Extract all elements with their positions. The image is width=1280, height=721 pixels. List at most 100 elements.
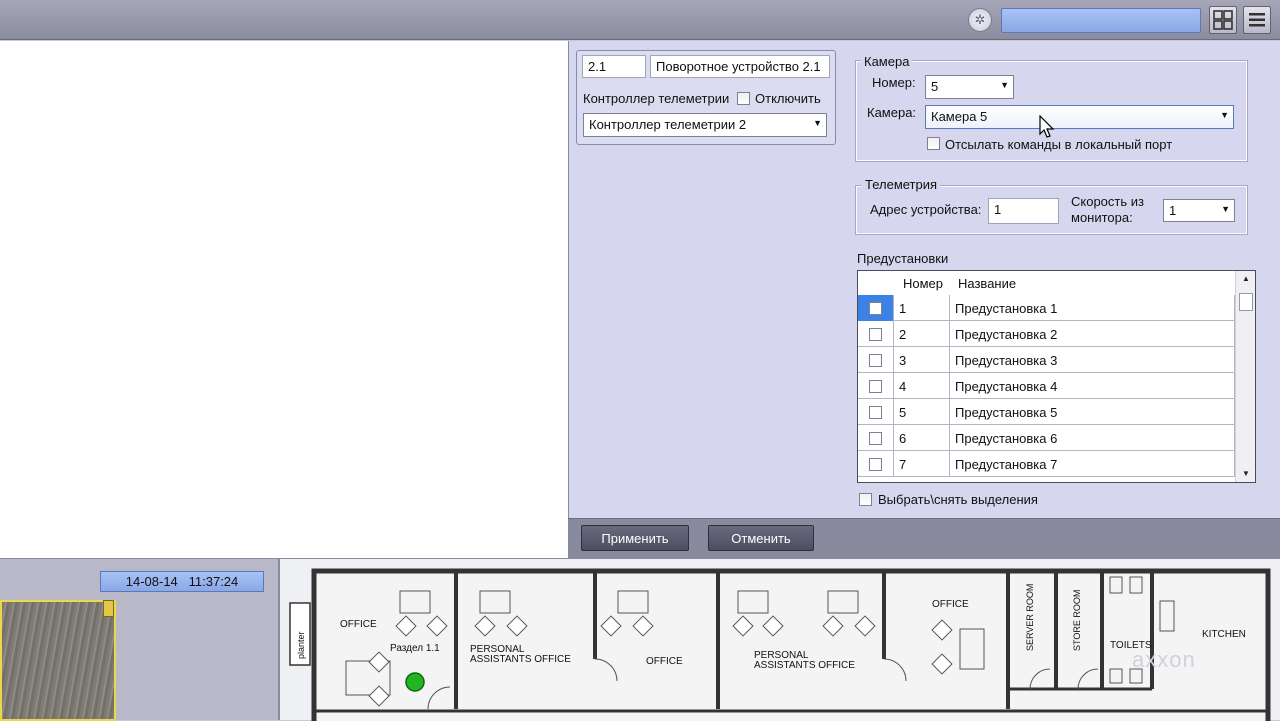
table-row[interactable]: 2 Предустановка 2 — [858, 321, 1235, 347]
chevron-down-icon: ▼ — [1221, 204, 1230, 214]
row-checkbox-cell[interactable] — [858, 347, 894, 373]
monitor-speed-select[interactable]: 1 ▼ — [1163, 199, 1235, 222]
camera-thumbnail[interactable] — [0, 600, 116, 721]
camera-strip: 14-08-14 11:37:24 — [0, 558, 278, 721]
table-row[interactable]: 5 Предустановка 5 — [858, 399, 1235, 425]
camera-marker-icon[interactable] — [103, 600, 114, 617]
column-name-header[interactable]: Название — [958, 276, 1016, 291]
row-checkbox-cell[interactable] — [858, 451, 894, 477]
table-row[interactable]: 1 Предустановка 1 — [858, 295, 1235, 321]
cancel-button[interactable]: Отменить — [708, 525, 814, 551]
monitor-speed-label-1: Скорость из — [1071, 194, 1144, 209]
telemetry-controller-value: Контроллер телеметрии 2 — [589, 117, 747, 132]
row-number: 3 — [894, 347, 950, 373]
layout-grid-icon[interactable] — [1209, 6, 1237, 34]
device-name-field[interactable]: Поворотное устройство 2.1 — [650, 55, 830, 78]
room-label: OFFICE — [646, 656, 683, 667]
row-checkbox[interactable] — [869, 353, 882, 367]
row-number: 7 — [894, 451, 950, 477]
apply-button[interactable]: Применить — [581, 525, 689, 551]
camera-value: Камера 5 — [931, 109, 988, 124]
zone-marker-icon[interactable] — [405, 672, 425, 692]
row-name: Предустановка 4 — [950, 373, 1235, 399]
select-all-label: Выбрать\снять выделения — [878, 492, 1038, 507]
room-label: KITCHEN — [1202, 629, 1246, 640]
row-checkbox-cell[interactable] — [858, 295, 894, 321]
row-checkbox-cell[interactable] — [858, 425, 894, 451]
row-checkbox[interactable] — [869, 405, 882, 419]
monitor-speed-label-2: монитора: — [1071, 210, 1133, 225]
row-checkbox[interactable] — [869, 431, 882, 445]
device-address-input[interactable]: 1 — [988, 198, 1059, 224]
watermark-logo: axxon — [1132, 647, 1196, 672]
camera-number-label: Номер: — [872, 75, 916, 90]
row-number: 6 — [894, 425, 950, 451]
table-row[interactable]: 6 Предустановка 6 — [858, 425, 1235, 451]
room-label: SERVER ROOM — [1025, 583, 1035, 651]
row-checkbox-cell[interactable] — [858, 399, 894, 425]
row-name: Предустановка 7 — [950, 451, 1235, 477]
telemetry-group-title: Телеметрия — [862, 177, 941, 192]
gear-icon[interactable]: ✲ — [968, 8, 992, 32]
chevron-down-icon: ▼ — [1220, 110, 1229, 120]
row-name: Предустановка 2 — [950, 321, 1235, 347]
chevron-down-icon: ▼ — [813, 118, 822, 128]
top-toolbar: ✲ — [0, 0, 1280, 40]
scroll-up-icon[interactable]: ▲ — [1236, 271, 1255, 287]
telemetry-controller-label: Контроллер телеметрии — [583, 91, 730, 106]
row-number: 4 — [894, 373, 950, 399]
local-port-label: Отсылать команды в локальный порт — [945, 137, 1173, 152]
device-id-field[interactable]: 2.1 — [582, 55, 646, 78]
row-name: Предустановка 6 — [950, 425, 1235, 451]
camera-select[interactable]: Камера 5 ▼ — [925, 105, 1234, 129]
row-number: 5 — [894, 399, 950, 425]
time-text: 11:37:24 — [188, 574, 239, 589]
camera-label: Камера: — [867, 105, 917, 120]
row-checkbox-cell[interactable] — [858, 373, 894, 399]
column-number-header[interactable]: Номер — [903, 276, 943, 291]
zone-label: Раздел 1.1 — [390, 643, 440, 654]
mouse-cursor-icon — [1039, 115, 1055, 138]
menu-icon[interactable] — [1243, 6, 1271, 34]
row-name: Предустановка 5 — [950, 399, 1235, 425]
row-checkbox-cell[interactable] — [858, 321, 894, 347]
room-label: OFFICE — [340, 619, 377, 630]
room-label: STORE ROOM — [1072, 589, 1082, 651]
presets-table-header: Номер Название — [858, 271, 1235, 295]
video-viewport[interactable] — [0, 41, 568, 558]
scroll-down-icon[interactable]: ▼ — [1236, 466, 1255, 482]
floor-plan-map[interactable]: OFFICE PERSONAL ASSISTANTS OFFICE OFFICE… — [278, 558, 1280, 721]
room-label: OFFICE — [932, 599, 969, 610]
room-label: PERSONAL ASSISTANTS OFFICE — [470, 644, 571, 665]
ptz-settings-panel: 2.1 Поворотное устройство 2.1 Контроллер… — [568, 41, 1280, 518]
table-row[interactable]: 7 Предустановка 7 — [858, 451, 1235, 477]
row-name: Предустановка 3 — [950, 347, 1235, 373]
datetime-display: 14-08-14 11:37:24 — [100, 571, 264, 592]
local-port-checkbox[interactable] — [927, 137, 940, 150]
scroll-thumb[interactable] — [1239, 293, 1253, 311]
telemetry-controller-select[interactable]: Контроллер телеметрии 2 ▼ — [583, 113, 827, 137]
camera-group-title: Камера — [861, 54, 913, 69]
monitor-speed-value: 1 — [1169, 203, 1177, 218]
row-checkbox[interactable] — [869, 327, 882, 341]
search-input[interactable] — [1001, 8, 1201, 33]
device-address-label: Адрес устройства: — [870, 202, 982, 217]
row-checkbox[interactable] — [869, 301, 882, 315]
planter-label: planter — [296, 631, 306, 659]
controller-box: 2.1 Поворотное устройство 2.1 Контроллер… — [576, 50, 836, 145]
presets-scrollbar[interactable]: ▲ ▼ — [1235, 271, 1255, 482]
settings-footer: Применить Отменить — [568, 518, 1280, 558]
row-checkbox[interactable] — [869, 457, 882, 471]
presets-table: Номер Название 1 Предустановка 1 2 Предуста… — [857, 270, 1256, 483]
disable-checkbox[interactable] — [737, 92, 750, 105]
camera-number-select[interactable]: 5 ▼ — [925, 75, 1014, 99]
row-number: 2 — [894, 321, 950, 347]
row-number: 1 — [894, 295, 950, 321]
disable-label: Отключить — [755, 91, 821, 106]
select-all-checkbox[interactable] — [859, 493, 872, 506]
camera-number-value: 5 — [931, 79, 939, 94]
presets-title: Предустановки — [857, 251, 949, 266]
table-row[interactable]: 3 Предустановка 3 — [858, 347, 1235, 373]
row-checkbox[interactable] — [869, 379, 882, 393]
table-row[interactable]: 4 Предустановка 4 — [858, 373, 1235, 399]
